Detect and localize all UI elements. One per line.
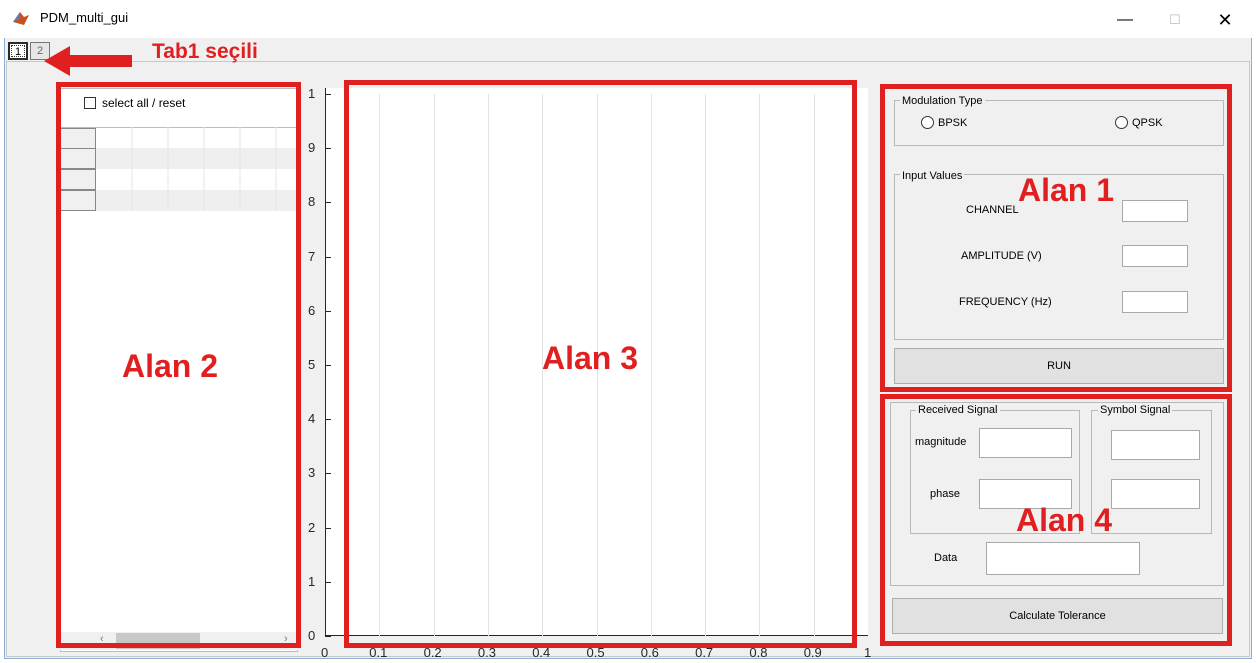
alan-3-label: Alan 3 xyxy=(542,340,639,376)
y-tick-label: 6 xyxy=(308,302,316,318)
tab-annotation-text: Tab1 seçili xyxy=(152,40,258,63)
y-tick-label: 2 xyxy=(308,519,316,535)
alan-4-label: Alan 4 xyxy=(1016,502,1113,538)
y-tick-mark xyxy=(325,581,331,583)
x-tick-label: 0 xyxy=(321,645,329,660)
y-tick-mark xyxy=(325,256,331,258)
maximize-button[interactable]: ☐ xyxy=(1152,6,1198,34)
alan-1-highlight xyxy=(880,84,1232,392)
minimize-button[interactable]: — xyxy=(1102,6,1148,34)
y-tick-mark xyxy=(325,473,331,475)
y-tick-mark xyxy=(325,202,331,204)
y-tick-label: 3 xyxy=(308,465,316,481)
window-title: PDM_multi_gui xyxy=(40,10,129,25)
tab-1[interactable]: 1 xyxy=(8,42,28,60)
y-tick-mark xyxy=(325,148,331,150)
matlab-icon xyxy=(12,9,30,27)
y-tick-label: 9 xyxy=(308,140,316,156)
title-bar xyxy=(0,0,1256,38)
y-tick-label: 0 xyxy=(308,628,316,643)
y-tick-label: 8 xyxy=(308,194,316,210)
y-tick-mark xyxy=(325,636,331,637)
y-tick-mark xyxy=(325,94,331,95)
y-tick-mark xyxy=(325,419,331,421)
y-tick-mark xyxy=(325,527,331,529)
y-tick-label: 4 xyxy=(308,411,316,427)
x-tick-label: 1 xyxy=(864,645,872,660)
close-button[interactable]: ✕ xyxy=(1202,6,1248,34)
alan-1-label: Alan 1 xyxy=(1018,172,1115,208)
y-tick-label: 1 xyxy=(308,573,316,589)
y-tick-label: 5 xyxy=(308,357,316,372)
annotation-arrow-icon xyxy=(44,46,132,76)
alan-2-label: Alan 2 xyxy=(122,348,219,384)
y-tick-mark xyxy=(325,365,331,366)
y-tick-label: 7 xyxy=(308,248,316,264)
y-tick-mark xyxy=(325,310,331,312)
y-tick-label: 1 xyxy=(308,86,316,101)
